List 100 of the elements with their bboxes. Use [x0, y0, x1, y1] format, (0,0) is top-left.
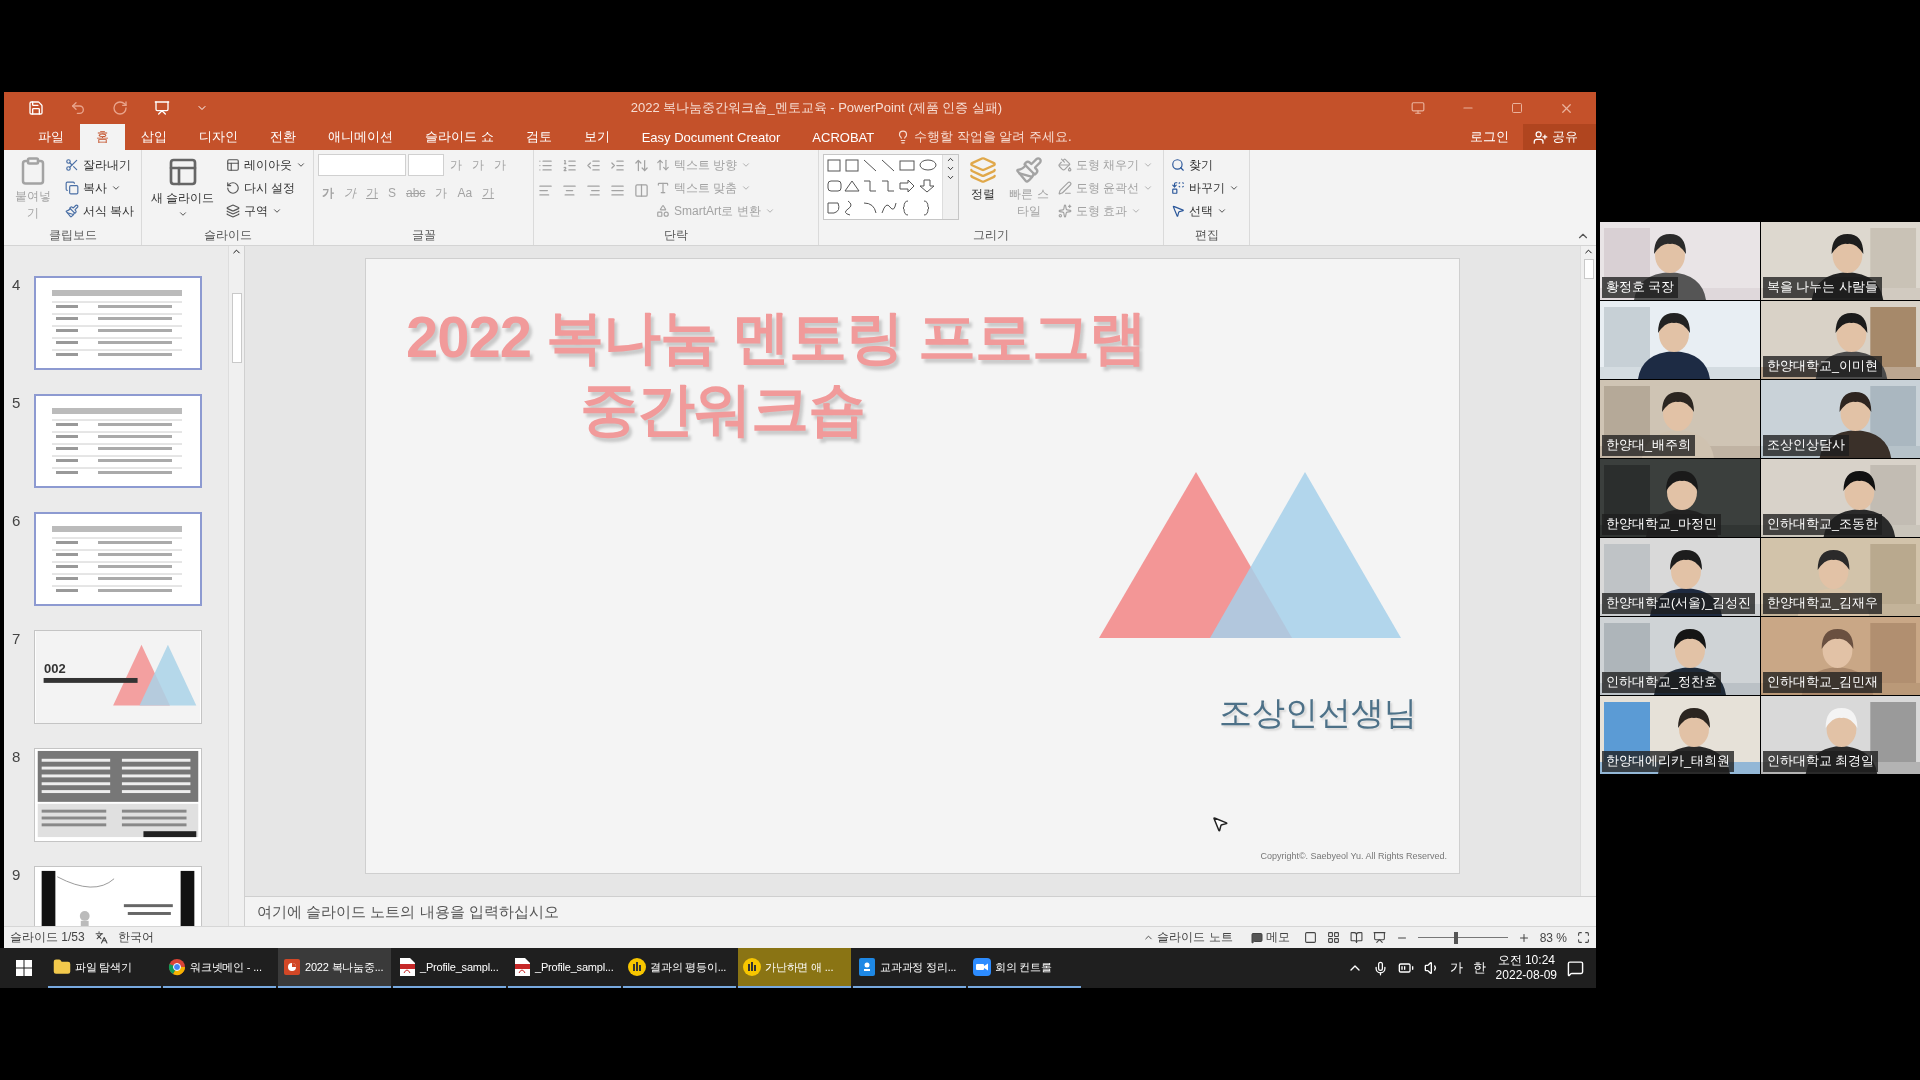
ribbon-tab[interactable]: 삽입	[125, 124, 183, 150]
battery-icon[interactable]	[1397, 960, 1414, 976]
slide-thumbnail[interactable]: 002	[34, 630, 202, 724]
font-size-field[interactable]	[408, 154, 444, 176]
window-title: 2022 복나눔중간워크숍_멘토교육 - PowerPoint (제품 인증 실패)	[629, 99, 1004, 117]
presenter-name: 조상인선생님	[1219, 693, 1417, 733]
caret-icon	[1229, 183, 1239, 193]
more-icon[interactable]	[946, 173, 955, 182]
layout-icon	[226, 158, 240, 172]
group-label: 클립보드	[47, 227, 98, 244]
spelling-icon[interactable]	[94, 931, 108, 944]
scrollbar-thumb[interactable]	[231, 293, 242, 363]
ribbon-display-icon[interactable]	[1411, 101, 1425, 115]
notifications-icon[interactable]	[1567, 959, 1584, 977]
copyright-text: Copyright©. Saebyeol Yu. All Rights Reserved.	[1260, 851, 1447, 861]
taskbar-item[interactable]: 교과과정 정리...	[853, 948, 966, 988]
taskbar-item[interactable]: 결과의 평등이...	[623, 948, 736, 988]
ribbon-tab[interactable]: 검토	[509, 124, 568, 150]
taskbar-item[interactable]: 가난하면 애 ...	[738, 948, 851, 988]
ribbon-button[interactable]: 복사	[61, 177, 137, 199]
slide-title: 중간워크숍	[580, 375, 865, 443]
share-button[interactable]: 공유	[1523, 124, 1596, 150]
taskbar-item[interactable]: 회의 컨트롤	[968, 948, 1081, 988]
ribbon-tab[interactable]: 파일	[22, 124, 80, 150]
reading-view-icon[interactable]	[1349, 931, 1363, 944]
slide-thumbnail[interactable]	[34, 748, 202, 842]
taskbar-item[interactable]: _Profile_sampl...	[393, 948, 506, 988]
participant-name: 복을 나누는 사람들	[1763, 277, 1882, 298]
group-label: 편집	[1193, 227, 1220, 244]
scrollbar-thumb[interactable]	[1583, 259, 1594, 279]
zoom-in-icon[interactable]	[1517, 931, 1530, 944]
undo-icon[interactable]	[70, 100, 86, 116]
ribbon-button[interactable]: 레이아웃	[223, 154, 309, 176]
ribbon-button[interactable]: 서식 복사	[61, 200, 137, 222]
group-label: 슬라이드	[202, 227, 253, 244]
redo-icon[interactable]	[112, 100, 128, 116]
taskbar-item[interactable]: 2022 복나눔중...	[278, 948, 391, 988]
taskbar-item[interactable]: 파일 탐색기	[48, 948, 161, 988]
presentation-icon[interactable]	[154, 100, 170, 116]
comments-button[interactable]: 메모	[1246, 929, 1294, 946]
sign-in-link[interactable]: 로그인	[1456, 124, 1523, 150]
scrollbar[interactable]	[1580, 246, 1596, 896]
arrange-button[interactable]: 정렬	[963, 154, 1003, 227]
save-icon[interactable]	[28, 100, 44, 116]
notes-button[interactable]: 슬라이드 노트	[1139, 929, 1237, 946]
taskbar-item[interactable]: 워크넷메인 - ...	[163, 948, 276, 988]
new-slide-button[interactable]: 새 슬라이드	[146, 154, 219, 227]
ribbon-button[interactable]: 찾기	[1168, 154, 1242, 176]
presentation-icon	[283, 958, 301, 976]
zoom-level: 83 %	[1539, 930, 1567, 945]
slide-thumbnail[interactable]	[34, 394, 202, 488]
microphone-icon[interactable]	[1372, 960, 1388, 976]
ribbon-tab[interactable]: 디자인	[183, 124, 254, 150]
slide-number: 7	[12, 630, 22, 649]
ribbon-tab[interactable]: 애니메이션	[312, 124, 409, 150]
ribbon-tab[interactable]: 슬라이드 쇼	[409, 124, 510, 150]
font-name-field[interactable]	[318, 154, 406, 176]
slide-thumbnail[interactable]	[34, 512, 202, 606]
scroll-down-icon[interactable]	[946, 164, 955, 173]
ribbon-button[interactable]: 잘라내기	[61, 154, 137, 176]
ribbon-button[interactable]: 바꾸기	[1168, 177, 1242, 199]
caret-icon	[741, 160, 752, 170]
participant-name: 한양대학교(서울)_김성진	[1602, 593, 1756, 614]
ribbon-button[interactable]: 구역	[223, 200, 309, 222]
pointer-icon	[1171, 204, 1185, 218]
scissors-icon	[64, 158, 79, 172]
ribbon-tab[interactable]: 홈	[80, 124, 125, 150]
notes-field[interactable]: 여기에 슬라이드 노트의 내용을 입력하십시오	[245, 897, 1596, 926]
fit-window-icon[interactable]	[1577, 931, 1590, 944]
sparkle-icon	[1058, 204, 1072, 218]
tell-me-search[interactable]: 수행할 작업을 알려 주세요.	[896, 124, 1072, 150]
slideshow-icon[interactable]	[1372, 931, 1386, 944]
restore-icon[interactable]	[1511, 102, 1523, 114]
participant-name: 조상인상담사	[1763, 435, 1849, 456]
person-plus-icon	[1533, 129, 1548, 145]
slide-thumbnail[interactable]	[34, 276, 202, 370]
ribbon-button[interactable]: 다시 설정	[223, 177, 309, 199]
taskbar-item[interactable]: _Profile_sampl...	[508, 948, 621, 988]
clock[interactable]: 오전 10:24 2022-08-09	[1495, 953, 1557, 983]
copy-icon	[64, 181, 79, 195]
shape-gallery[interactable]	[823, 154, 959, 220]
ribbon-tab[interactable]: 전환	[254, 124, 312, 150]
text-direction-icon	[656, 158, 670, 172]
section-icon	[226, 204, 240, 218]
normal-view-icon[interactable]	[1303, 931, 1317, 944]
ribbon-tab[interactable]: Easy Document Creator	[625, 124, 797, 150]
ribbon-button[interactable]: 선택	[1168, 200, 1242, 222]
windows-logo-icon	[16, 960, 32, 976]
scroll-up-icon[interactable]	[946, 155, 955, 164]
caret-icon	[764, 206, 775, 216]
slide-number: 8	[12, 748, 22, 767]
cursor-icon	[1211, 815, 1229, 833]
input-mode-indicator[interactable]: 한	[1472, 959, 1486, 977]
sorter-view-icon[interactable]	[1326, 931, 1340, 944]
ribbon-tab[interactable]: ACROBAT	[796, 124, 891, 150]
input-mode-indicator[interactable]: 가	[1449, 959, 1463, 977]
ribbon-tab[interactable]: 보기	[567, 124, 626, 150]
slider-thumb[interactable]	[1453, 931, 1458, 944]
scrollbar[interactable]	[228, 246, 244, 926]
slide-counter: 슬라이드 1/53	[10, 929, 85, 946]
